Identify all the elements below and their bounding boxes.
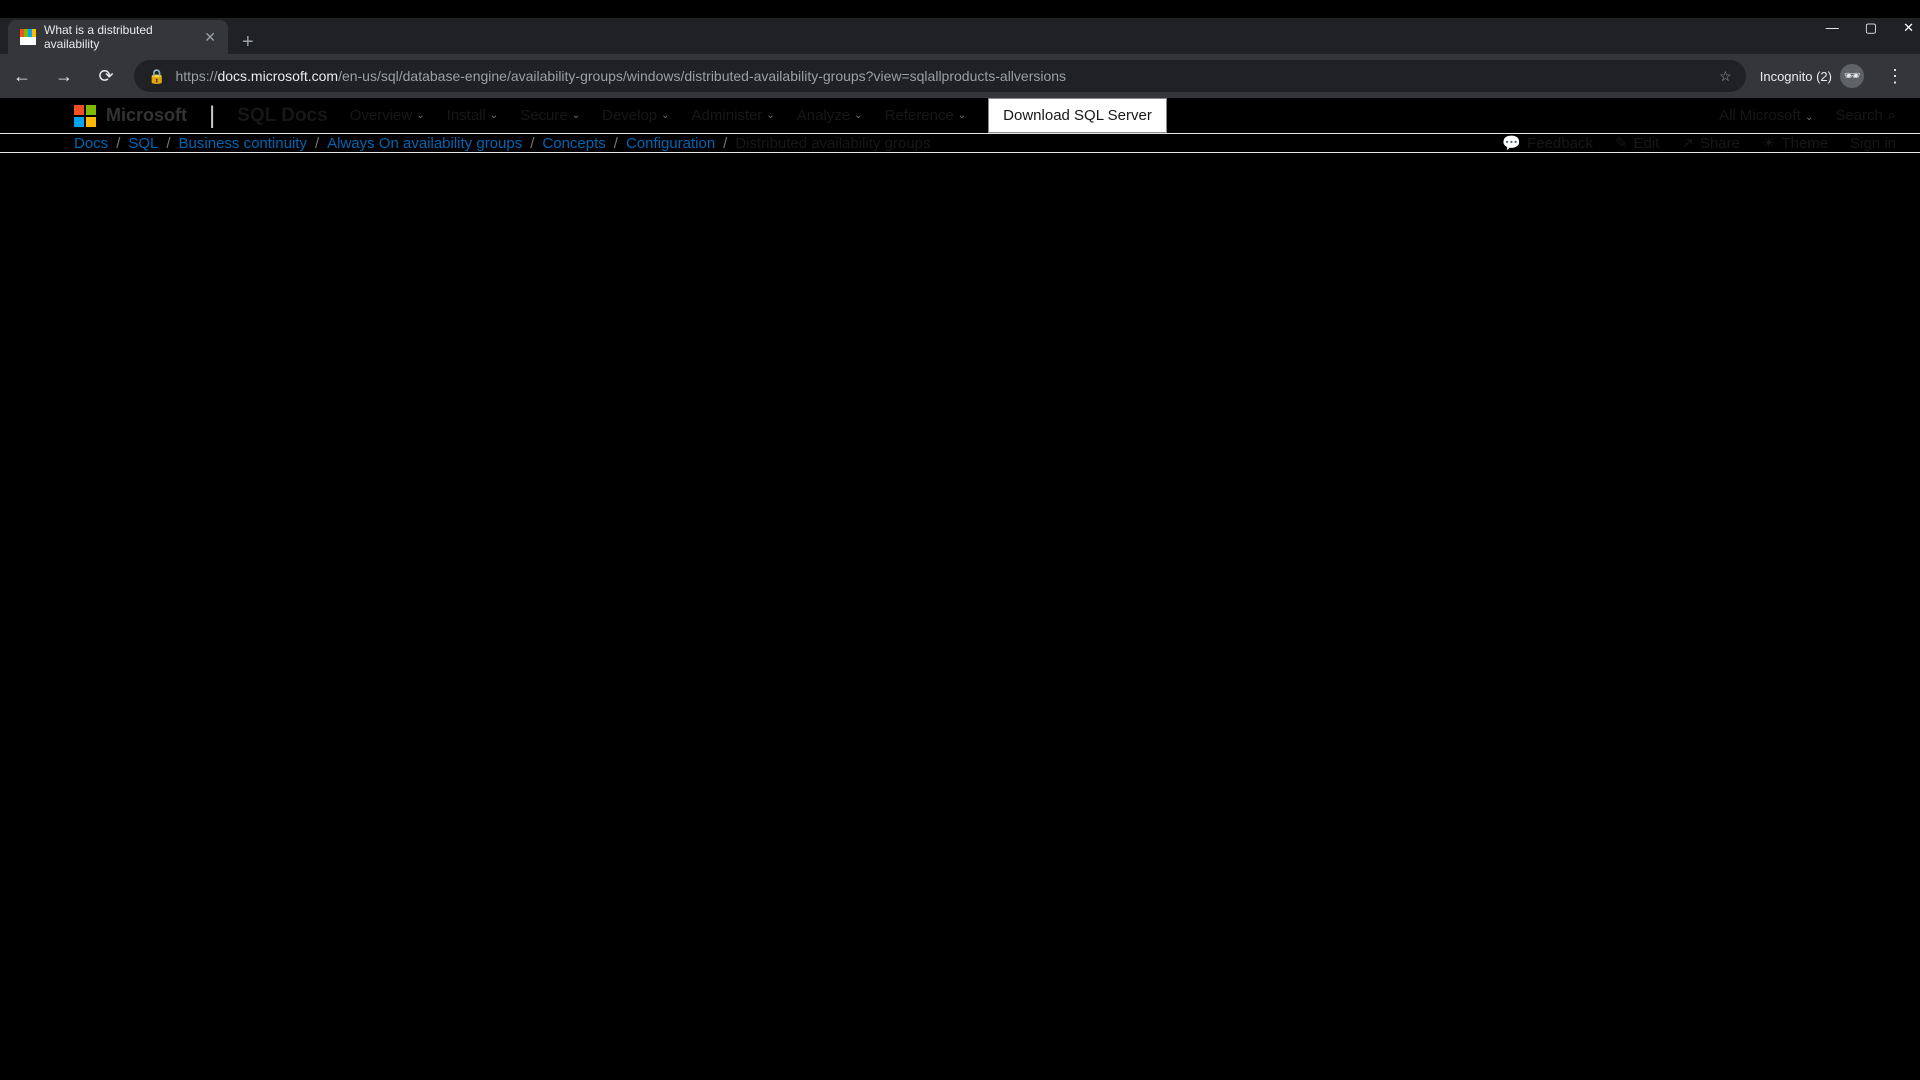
comment-icon: 💬 bbox=[1502, 134, 1521, 152]
theme-button[interactable]: ☀Theme bbox=[1762, 134, 1828, 152]
search-icon: ⌕ bbox=[1887, 107, 1896, 124]
tab-close-icon[interactable]: ✕ bbox=[204, 29, 216, 46]
ms-logo-icon bbox=[74, 105, 96, 127]
incognito-icon: 🕶 bbox=[1840, 64, 1864, 88]
all-microsoft-menu[interactable]: All Microsoft ⌄ bbox=[1719, 107, 1813, 124]
site-header: Microsoft | SQL Docs Overview⌄ Install⌄ … bbox=[0, 98, 1920, 134]
breadcrumb: Docs/ SQL/ Business continuity/ Always O… bbox=[74, 135, 930, 152]
divider: | bbox=[209, 102, 215, 130]
nav-overview[interactable]: Overview⌄ bbox=[350, 107, 425, 124]
nav-analyze[interactable]: Analyze⌄ bbox=[797, 107, 863, 124]
browser-toolbar: ← → ⟳ 🔒 https://docs.microsoft.com/en-us… bbox=[0, 54, 1920, 98]
window-controls: — ▢ ✕ bbox=[1826, 20, 1914, 36]
minimize-icon[interactable]: — bbox=[1826, 20, 1839, 36]
crumb-sql[interactable]: SQL bbox=[128, 135, 158, 152]
nav-reference[interactable]: Reference⌄ bbox=[885, 107, 967, 124]
share-button[interactable]: ↗Share bbox=[1681, 134, 1740, 152]
sun-icon: ☀ bbox=[1762, 134, 1775, 152]
star-icon[interactable]: ☆ bbox=[1719, 68, 1732, 85]
tab-strip: What is a distributed availability ✕ + bbox=[0, 18, 1920, 54]
nav-develop[interactable]: Develop⌄ bbox=[602, 107, 669, 124]
nav-install[interactable]: Install⌄ bbox=[447, 107, 499, 124]
new-tab-button[interactable]: + bbox=[228, 31, 268, 54]
nav-secure[interactable]: Secure⌄ bbox=[520, 107, 580, 124]
sub-header: Docs/ SQL/ Business continuity/ Always O… bbox=[0, 134, 1920, 153]
search-button[interactable]: Search ⌕ bbox=[1835, 107, 1896, 125]
tab-title: What is a distributed availability bbox=[44, 23, 196, 51]
browser-tab[interactable]: What is a distributed availability ✕ bbox=[8, 20, 228, 54]
feedback-button[interactable]: 💬Feedback bbox=[1502, 134, 1593, 152]
edit-button[interactable]: ✎Edit bbox=[1615, 134, 1659, 152]
maximize-icon[interactable]: ▢ bbox=[1865, 20, 1877, 36]
ms-logo-text: Microsoft bbox=[106, 105, 187, 126]
browser-menu-icon[interactable]: ⋮ bbox=[1878, 66, 1912, 87]
forward-button[interactable]: → bbox=[50, 66, 78, 87]
address-bar[interactable]: 🔒 https://docs.microsoft.com/en-us/sql/d… bbox=[134, 60, 1746, 92]
lock-icon: 🔒 bbox=[148, 68, 165, 85]
browser-chrome: — ▢ ✕ What is a distributed availability… bbox=[0, 18, 1920, 98]
url-text: https://docs.microsoft.com/en-us/sql/dat… bbox=[175, 68, 1066, 84]
top-nav: Overview⌄ Install⌄ Secure⌄ Develop⌄ Admi… bbox=[350, 107, 966, 124]
incognito-indicator[interactable]: Incognito (2)🕶 bbox=[1760, 64, 1864, 88]
share-icon: ↗ bbox=[1681, 134, 1694, 152]
crumb-concepts[interactable]: Concepts bbox=[542, 135, 605, 152]
header-right: All Microsoft ⌄ Search ⌕ bbox=[1719, 107, 1896, 125]
reload-button[interactable]: ⟳ bbox=[92, 66, 120, 87]
crumb-ao[interactable]: Always On availability groups bbox=[327, 135, 522, 152]
crumb-current: Distributed availability groups bbox=[735, 135, 930, 152]
close-window-icon[interactable]: ✕ bbox=[1903, 20, 1914, 36]
signin-link[interactable]: Sign in bbox=[1850, 135, 1896, 152]
microsoft-logo[interactable]: Microsoft bbox=[74, 105, 187, 127]
back-button[interactable]: ← bbox=[8, 66, 36, 87]
os-titlebar bbox=[0, 0, 1920, 18]
crumb-config[interactable]: Configuration bbox=[626, 135, 715, 152]
favicon-icon bbox=[20, 29, 36, 45]
crumb-bc[interactable]: Business continuity bbox=[179, 135, 307, 152]
pencil-icon: ✎ bbox=[1615, 134, 1628, 152]
download-sql-button[interactable]: Download SQL Server bbox=[988, 98, 1167, 133]
crumb-docs[interactable]: Docs bbox=[74, 135, 108, 152]
nav-administer[interactable]: Administer⌄ bbox=[692, 107, 775, 124]
mouse-cursor: ⬉ bbox=[706, 480, 721, 501]
product-title[interactable]: SQL Docs bbox=[237, 105, 327, 127]
page-actions: 💬Feedback ✎Edit ↗Share ☀Theme Sign in bbox=[1502, 134, 1896, 152]
